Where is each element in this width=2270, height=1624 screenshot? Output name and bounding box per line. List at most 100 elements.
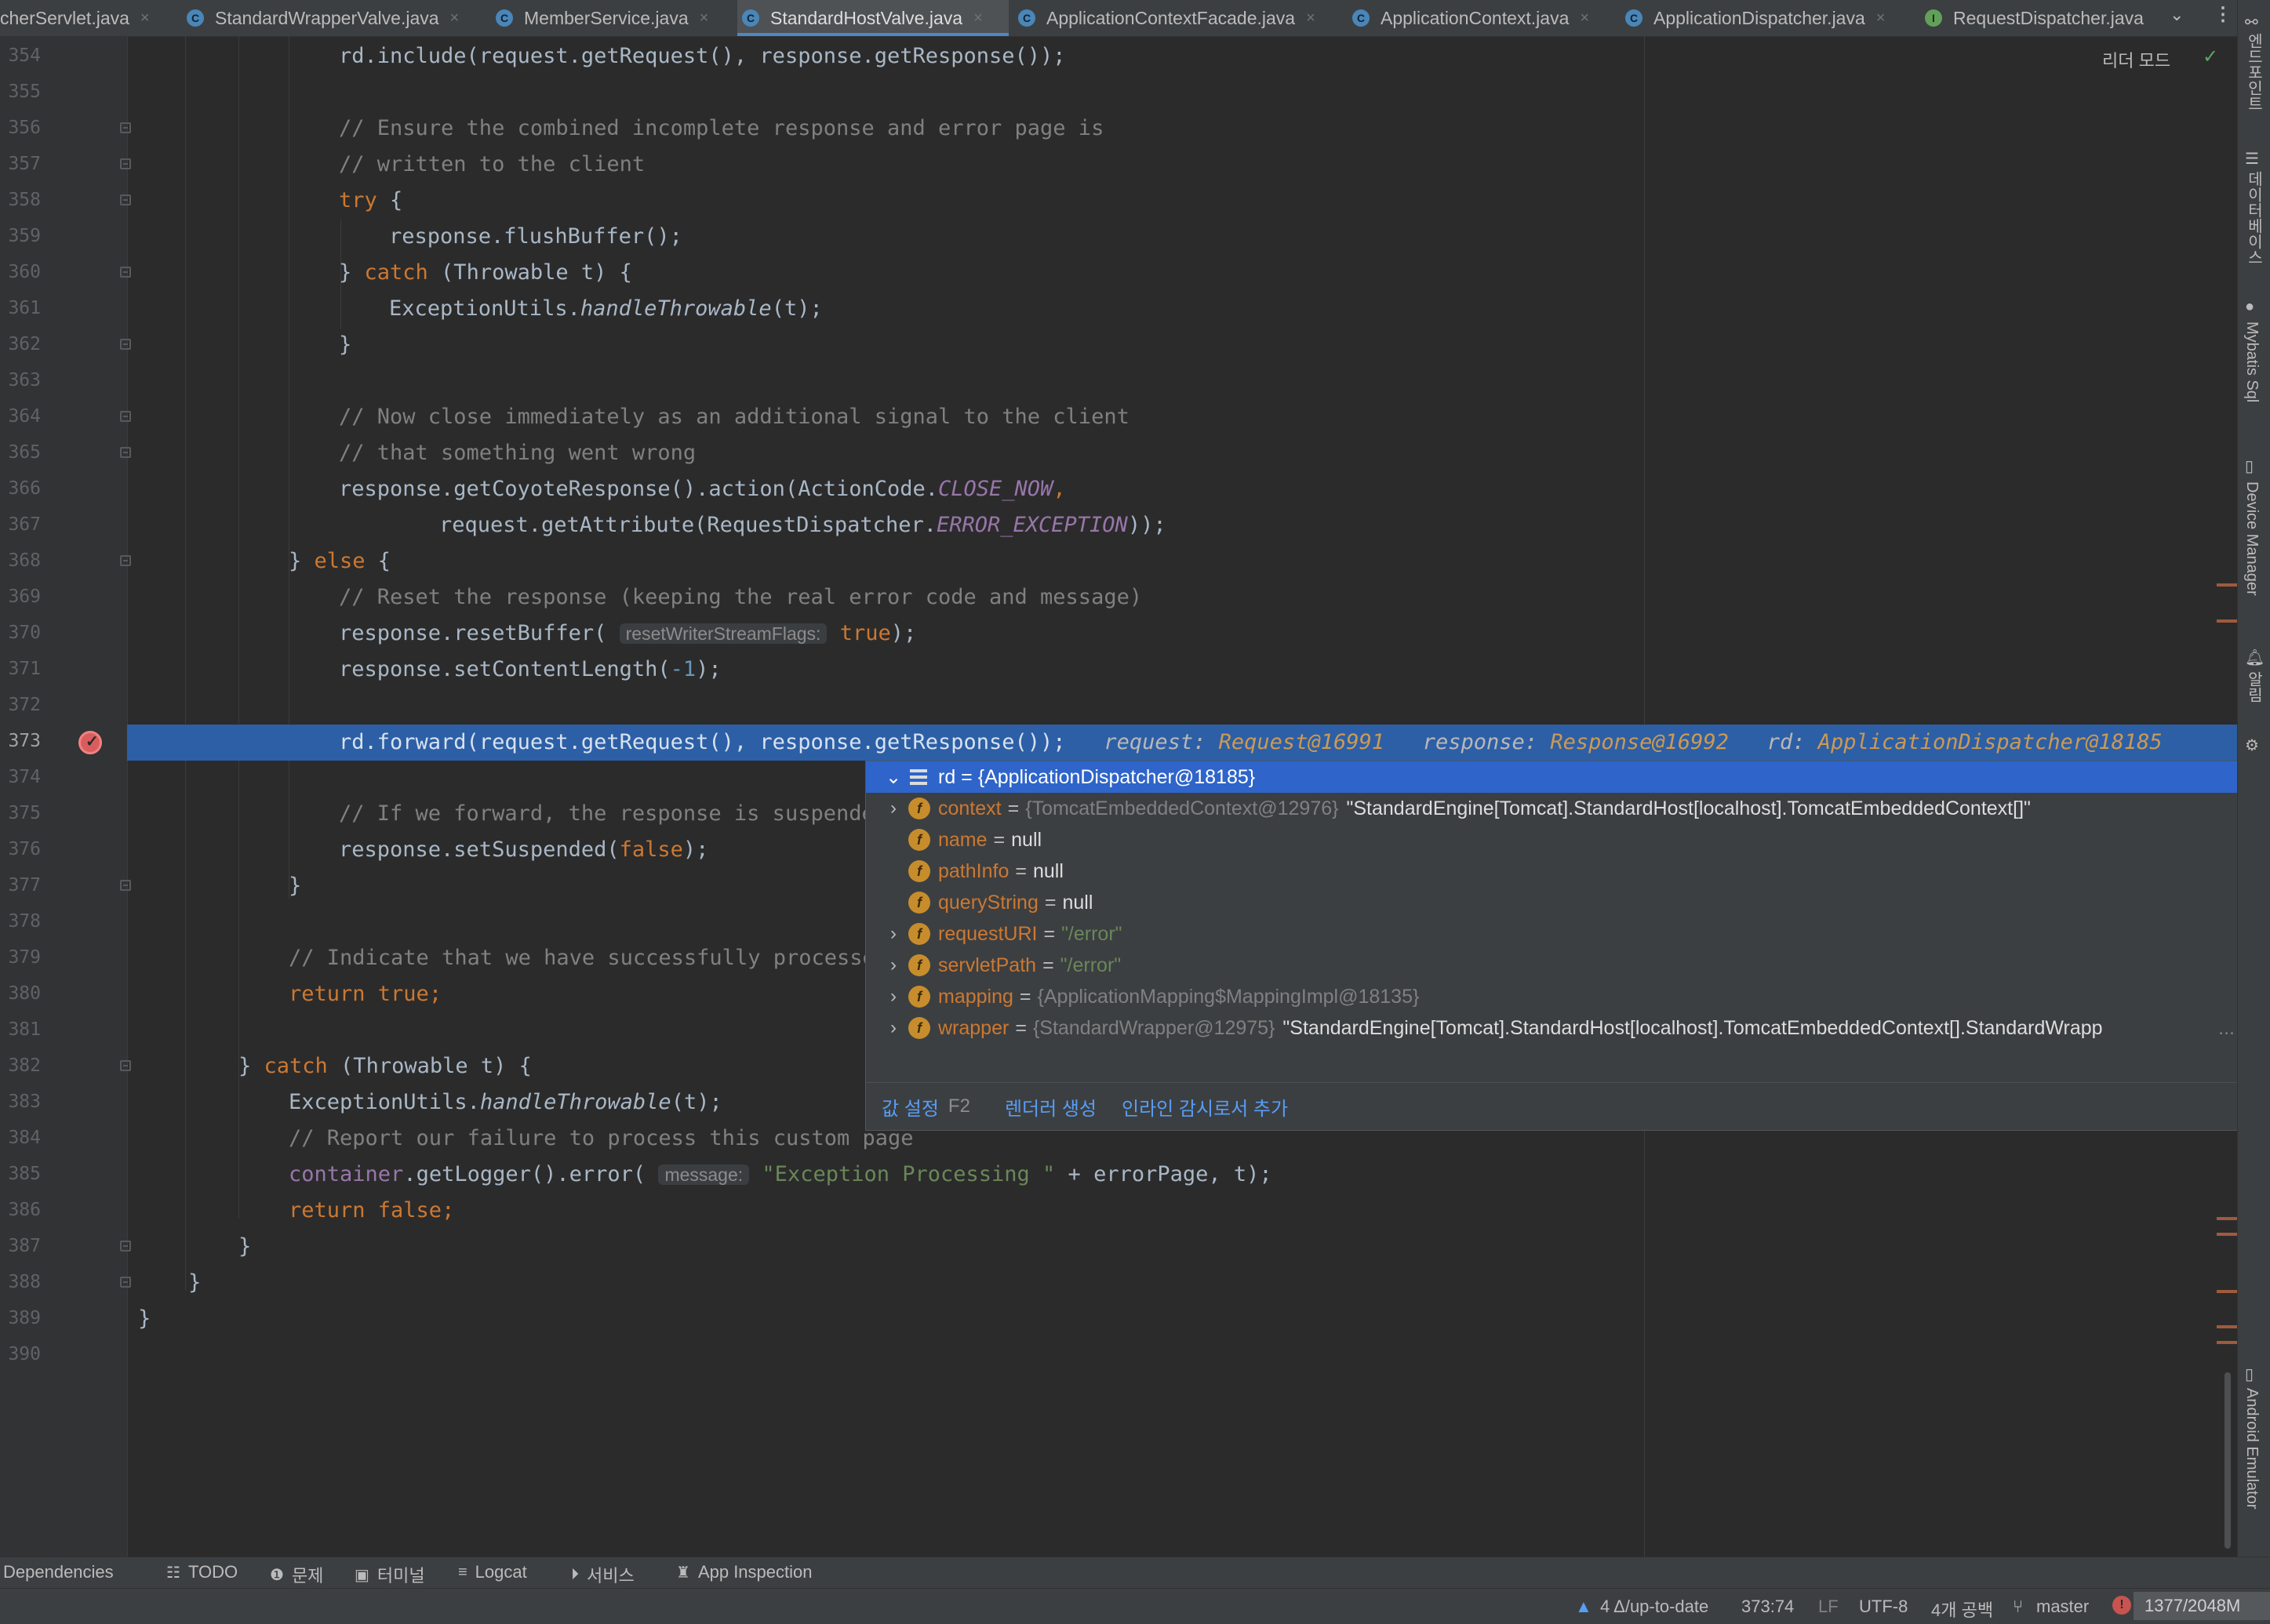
tab-application-context-facade[interactable]: C ApplicationContextFacade.java ×	[1018, 0, 1340, 36]
close-icon[interactable]: ×	[700, 9, 709, 27]
line-number[interactable]: 384	[0, 1120, 41, 1156]
chevron-right-icon[interactable]: ›	[882, 923, 905, 945]
fold-marker[interactable]	[120, 1060, 131, 1071]
chevron-down-icon[interactable]: ⌄	[882, 766, 905, 789]
tool-app-inspection[interactable]: ♜ App Inspection	[676, 1562, 812, 1582]
line-number[interactable]: 386	[0, 1192, 41, 1228]
tab-application-context[interactable]: C ApplicationContext.java ×	[1352, 0, 1619, 36]
line-separator[interactable]: LF	[1818, 1597, 1839, 1617]
line-number[interactable]: 354	[0, 38, 41, 74]
tool-dependencies[interactable]: Dependencies	[3, 1562, 114, 1582]
line-number[interactable]: 365	[0, 434, 41, 470]
line-number[interactable]: 364	[0, 398, 41, 434]
popup-header-row[interactable]: ⌄ rd = {ApplicationDispatcher@18185}	[866, 761, 2269, 793]
line-number[interactable]: 375	[0, 795, 41, 831]
variable-row-wrapper[interactable]: › f wrapper = {StandardWrapper@12975} "St…	[866, 1012, 2269, 1044]
error-stripe-mark[interactable]	[2217, 1233, 2237, 1236]
line-number[interactable]: 378	[0, 903, 41, 939]
line-number[interactable]: 362	[0, 326, 41, 362]
debug-value-popup[interactable]: ⌄ rd = {ApplicationDispatcher@18185} › f…	[865, 761, 2270, 1131]
variable-row-pathinfo[interactable]: f pathInfo = null	[866, 856, 2269, 887]
fold-marker[interactable]	[120, 555, 131, 566]
close-icon[interactable]: ×	[1306, 9, 1315, 27]
line-number[interactable]: 387	[0, 1228, 41, 1264]
line-number[interactable]: 370	[0, 615, 41, 651]
breakpoint-icon[interactable]	[78, 731, 102, 754]
fold-marker[interactable]	[120, 267, 131, 278]
memory-indicator[interactable]: 1377/2048M	[2134, 1592, 2270, 1620]
tab-request-dispatcher[interactable]: I RequestDispatcher.java	[1925, 0, 2160, 36]
line-number[interactable]: 382	[0, 1048, 41, 1084]
fold-marker[interactable]	[120, 122, 131, 133]
line-number[interactable]: 369	[0, 579, 41, 615]
indent-setting[interactable]: 4개 공백	[1931, 1597, 1993, 1622]
line-number[interactable]: 358	[0, 182, 41, 218]
variable-row-requesturi[interactable]: › f requestURI = "/error"	[866, 918, 2269, 950]
fold-marker[interactable]	[120, 158, 131, 169]
tab-standard-wrapper-valve[interactable]: C StandardWrapperValve.java ×	[187, 0, 485, 36]
chevron-right-icon[interactable]: ›	[882, 797, 905, 819]
tool-todo[interactable]: ☷ TODO	[166, 1562, 238, 1582]
tool-window-notifications[interactable]: 알림	[2243, 671, 2265, 703]
tab-standard-host-valve[interactable]: C StandardHostValve.java ×	[737, 0, 1009, 36]
line-number[interactable]: 368	[0, 543, 41, 579]
error-stripe-mark[interactable]	[2217, 583, 2237, 587]
close-icon[interactable]: ×	[973, 9, 983, 27]
line-number[interactable]: 366	[0, 470, 41, 507]
tool-services[interactable]: ⏵ 서비스	[571, 1562, 635, 1587]
line-number[interactable]: 380	[0, 975, 41, 1012]
error-stripe-mark[interactable]	[2217, 1217, 2237, 1220]
line-number[interactable]: 363	[0, 362, 41, 398]
fold-marker[interactable]	[120, 447, 131, 458]
line-number[interactable]: 388	[0, 1264, 41, 1300]
tool-window-mybatis-sql[interactable]: Mybatis Sql	[2243, 322, 2261, 402]
tool-problems[interactable]: ❶ 문제	[270, 1562, 323, 1587]
chevron-down-icon[interactable]: ⌄	[2170, 5, 2184, 25]
fold-marker[interactable]	[120, 339, 131, 350]
create-renderer-link[interactable]: 렌더러 생성	[1005, 1093, 1097, 1121]
variable-row-mapping[interactable]: › f mapping = {ApplicationMapping$Mapping…	[866, 981, 2269, 1012]
tool-window-device-manager[interactable]: Device Manager	[2243, 481, 2261, 596]
error-stripe-mark[interactable]	[2217, 1341, 2237, 1344]
line-number[interactable]: 381	[0, 1012, 41, 1048]
line-number[interactable]: 376	[0, 831, 41, 867]
variable-row-servletpath[interactable]: › f servletPath = "/error"	[866, 950, 2269, 981]
error-stripe-mark[interactable]	[2217, 1325, 2237, 1328]
line-number[interactable]: 371	[0, 651, 41, 687]
line-number[interactable]: 372	[0, 687, 41, 723]
line-number[interactable]: 355	[0, 74, 41, 110]
fold-marker[interactable]	[120, 1241, 131, 1252]
tab-member-service[interactable]: C MemberService.java ×	[496, 0, 731, 36]
variable-row-name[interactable]: f name = null	[866, 824, 2269, 856]
error-icon[interactable]: !	[2112, 1596, 2131, 1615]
line-number[interactable]: 367	[0, 507, 41, 543]
fold-marker[interactable]	[120, 411, 131, 422]
close-icon[interactable]: ×	[1580, 9, 1589, 27]
tab-application-dispatcher[interactable]: C ApplicationDispatcher.java ×	[1625, 0, 1908, 36]
caret-position[interactable]: 373:74	[1741, 1597, 1794, 1617]
error-stripe-mark[interactable]	[2217, 1290, 2237, 1293]
set-value-link[interactable]: 값 설정	[882, 1093, 939, 1121]
chevron-right-icon[interactable]: ›	[882, 986, 905, 1008]
tab-dispatcher-servlet[interactable]: cherServlet.java ×	[0, 0, 176, 36]
close-icon[interactable]: ×	[450, 9, 460, 27]
line-number[interactable]: 356	[0, 110, 41, 146]
line-number[interactable]: 379	[0, 939, 41, 975]
close-icon[interactable]: ×	[1876, 9, 1886, 27]
file-encoding[interactable]: UTF-8	[1859, 1597, 1908, 1617]
line-number[interactable]: 383	[0, 1084, 41, 1120]
line-number[interactable]: 373	[0, 723, 41, 759]
line-number[interactable]: 377	[0, 867, 41, 903]
line-number[interactable]: 359	[0, 218, 41, 254]
tool-window-database[interactable]: 데이터베이스	[2243, 171, 2265, 265]
git-branch[interactable]: master	[2036, 1597, 2089, 1617]
close-icon[interactable]: ×	[140, 9, 150, 27]
line-number[interactable]: 361	[0, 290, 41, 326]
fold-marker[interactable]	[120, 1277, 131, 1288]
line-number[interactable]: 389	[0, 1300, 41, 1336]
line-number[interactable]: 360	[0, 254, 41, 290]
more-vertical-icon[interactable]: ⋮	[2214, 3, 2232, 26]
vcs-status[interactable]: 4 Δ/up-to-date	[1600, 1597, 1708, 1617]
add-inline-watch-link[interactable]: 인라인 감시로서 추가	[1122, 1093, 1288, 1121]
variable-row-context[interactable]: › f context = {TomcatEmbeddedContext@1297…	[866, 793, 2269, 824]
